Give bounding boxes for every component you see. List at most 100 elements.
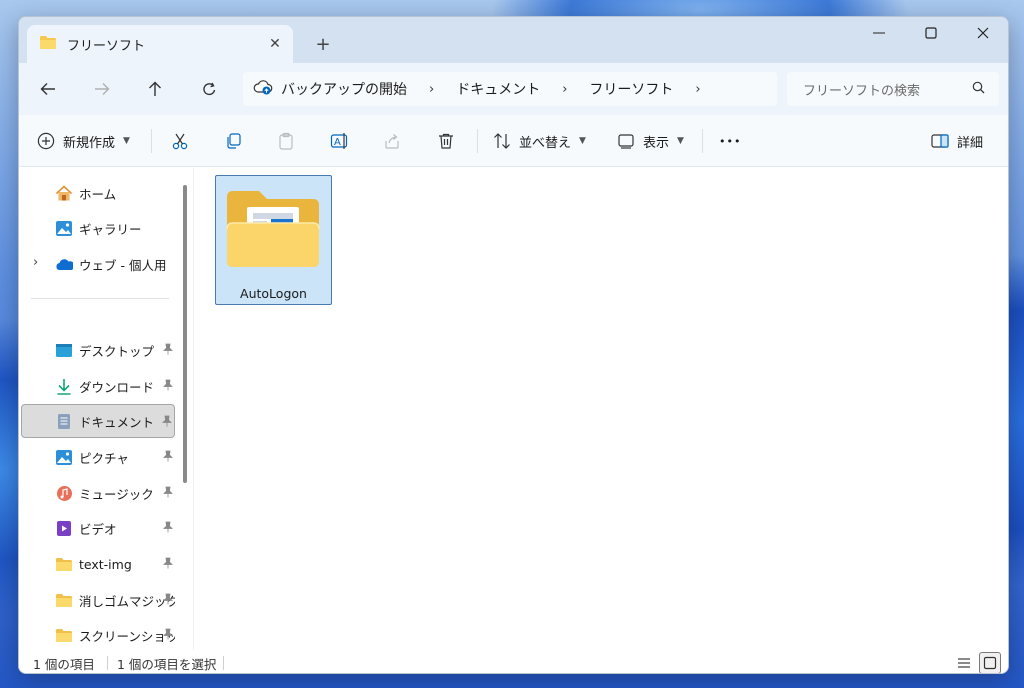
rename-icon: A — [330, 133, 348, 149]
desktop-icon — [55, 341, 73, 359]
close-button[interactable] — [959, 17, 1007, 49]
breadcrumb-documents[interactable]: ドキュメント — [456, 79, 540, 99]
paste-button[interactable] — [277, 127, 295, 155]
share-icon — [385, 134, 399, 149]
sidebar-item-eraser-magic[interactable]: 消しゴムマジック — [21, 583, 175, 617]
chevron-down-icon: ▼ — [123, 136, 130, 146]
pin-icon[interactable] — [163, 486, 173, 501]
pin-icon[interactable] — [163, 450, 173, 465]
sidebar-scrollbar[interactable] — [183, 185, 187, 483]
pin-icon[interactable] — [163, 593, 173, 608]
search-icon[interactable] — [972, 81, 985, 98]
list-view-icon — [958, 658, 970, 668]
search-box[interactable]: フリーソフトの検索 — [787, 72, 999, 106]
forward-button[interactable] — [88, 75, 116, 103]
copy-button[interactable] — [224, 127, 242, 155]
address-bar[interactable]: バックアップの開始 › ドキュメント › フリーソフト › — [243, 72, 777, 106]
arrow-left-icon — [40, 83, 55, 95]
breadcrumb-freesoft[interactable]: フリーソフト — [589, 79, 673, 99]
cut-button[interactable] — [171, 127, 189, 155]
pin-icon[interactable] — [163, 628, 173, 643]
sidebar-item-label: ダウンロード — [79, 379, 155, 395]
delete-button[interactable] — [437, 127, 455, 155]
sidebar-item-desktop[interactable]: デスクトップ — [21, 333, 175, 367]
refresh-button[interactable] — [195, 75, 223, 103]
plus-circle-icon — [37, 132, 55, 150]
sidebar-item-downloads[interactable]: ダウンロード — [21, 369, 175, 403]
new-label: 新規作成 — [63, 135, 116, 151]
rename-button[interactable]: A — [330, 127, 350, 155]
sidebar-item-screenshots[interactable]: スクリーンショット — [21, 618, 175, 652]
sidebar-item-text-img[interactable]: text-img — [21, 547, 175, 581]
item-count: 1 個の項目 — [33, 657, 95, 672]
sidebar-item-gallery[interactable]: ギャラリー — [21, 211, 175, 245]
search-input[interactable]: フリーソフトの検索 — [803, 80, 972, 99]
sidebar-divider — [31, 298, 169, 299]
maximize-icon — [925, 27, 937, 39]
sidebar-item-label: スクリーンショット — [79, 628, 175, 644]
sidebar-item-label: 消しゴムマジック — [79, 593, 175, 609]
up-button[interactable] — [141, 75, 169, 103]
pin-icon[interactable] — [163, 521, 173, 536]
breadcrumb-backup[interactable]: バックアップの開始 — [281, 79, 407, 99]
sidebar-item-music[interactable]: ミュージック — [21, 476, 175, 510]
gallery-icon — [55, 219, 73, 237]
minimize-button[interactable] — [855, 17, 903, 49]
tiles-view-button[interactable] — [979, 652, 1001, 673]
tab-current[interactable]: フリーソフト ✕ — [27, 25, 293, 63]
details-view-button[interactable] — [953, 652, 975, 673]
sidebar-item-label: デスクトップ — [79, 343, 155, 359]
minimize-icon — [873, 32, 885, 34]
sidebar-item-videos[interactable]: ビデオ — [21, 511, 175, 545]
back-button[interactable] — [34, 75, 62, 103]
maximize-button[interactable] — [907, 17, 955, 49]
breadcrumb-separator[interactable]: › — [562, 82, 567, 97]
sidebar-item-label: ギャラリー — [79, 221, 142, 237]
divider — [223, 656, 224, 670]
large-folder-icon — [225, 189, 321, 273]
arrow-up-icon — [149, 81, 161, 96]
file-item-folder[interactable]: AutoLogon — [215, 175, 332, 305]
details-button[interactable]: 詳細 — [931, 127, 983, 155]
pin-icon[interactable] — [163, 557, 173, 572]
share-button[interactable] — [383, 127, 401, 155]
view-button[interactable]: 表示 ▼ — [617, 127, 684, 155]
details-pane-icon — [931, 134, 949, 148]
sort-icon — [494, 133, 510, 149]
music-icon — [55, 484, 73, 502]
refresh-icon — [202, 82, 215, 95]
sidebar-item-label: ドキュメント — [79, 414, 155, 430]
breadcrumb-separator[interactable]: › — [695, 82, 700, 97]
divider — [702, 129, 703, 153]
tab-close-button[interactable]: ✕ — [261, 36, 289, 52]
pin-icon[interactable] — [163, 379, 173, 394]
sidebar-item-label: ホーム — [79, 186, 117, 202]
tab-title: フリーソフト — [67, 38, 146, 54]
breadcrumb-separator[interactable]: › — [429, 82, 434, 97]
sidebar-item-documents[interactable]: ドキュメント — [21, 404, 175, 438]
folder-icon — [39, 35, 57, 54]
file-name: AutoLogon — [240, 286, 307, 301]
pin-icon[interactable] — [162, 415, 172, 430]
pin-icon[interactable] — [163, 343, 173, 358]
new-tab-button[interactable]: + — [309, 31, 337, 59]
sidebar-item-home[interactable]: ホーム — [21, 176, 175, 210]
sidebar-item-pictures[interactable]: ピクチャ — [21, 440, 175, 474]
cloud-backup-icon — [253, 79, 273, 99]
new-button[interactable]: 新規作成 ▼ — [37, 127, 130, 155]
video-icon — [55, 519, 73, 537]
view-label: 表示 — [643, 135, 670, 151]
sort-button[interactable]: 並べ替え ▼ — [493, 127, 586, 155]
chevron-right-icon[interactable]: › — [33, 255, 38, 270]
status-bar: 1 個の項目 1 個の項目を選択 — [19, 650, 1008, 673]
sidebar-item-label: ピクチャ — [79, 450, 129, 466]
chevron-down-icon: ▼ — [579, 136, 586, 146]
sidebar-item-onedrive[interactable]: › ウェブ - 個人用 — [21, 247, 175, 281]
selection-count: 1 個の項目を選択 — [117, 657, 217, 672]
scissors-icon — [172, 133, 188, 150]
more-button[interactable]: ••• — [719, 127, 741, 155]
divider — [477, 129, 478, 153]
home-icon — [55, 184, 73, 202]
folder-icon — [55, 555, 73, 573]
onedrive-icon — [55, 255, 73, 273]
